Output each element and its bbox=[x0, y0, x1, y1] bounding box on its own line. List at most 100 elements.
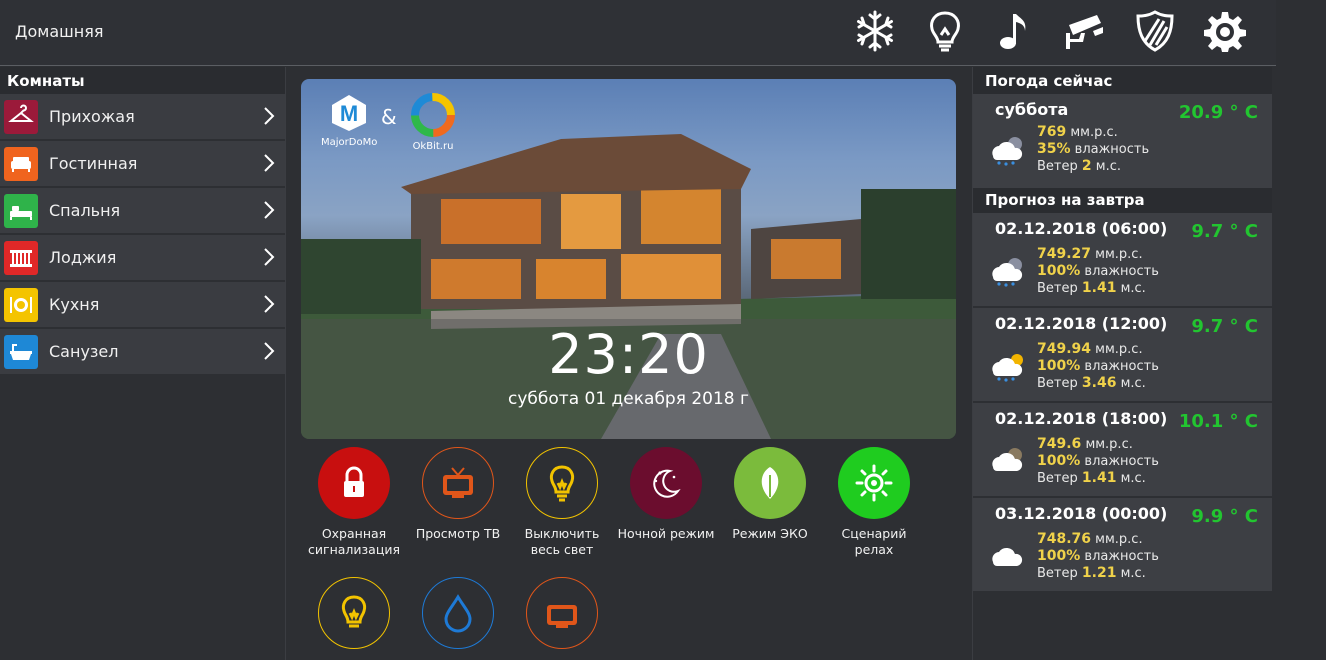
page-title: Домашняя bbox=[15, 22, 104, 41]
room-label: Гостинная bbox=[49, 154, 138, 173]
weather-now-card: суббота 20.9 ° C 769 мм.р.с. 35% влажнос… bbox=[973, 94, 1272, 188]
forecast-details: 749.6 мм.р.с. 100% влажность Ветер 1.41 … bbox=[1037, 436, 1159, 487]
wind-label: Ветер bbox=[1037, 376, 1078, 391]
top-bar: Домашняя bbox=[0, 0, 1276, 66]
rooms-heading: Комнаты bbox=[0, 67, 285, 94]
scene-eco-mode[interactable]: Режим ЭКО bbox=[720, 447, 820, 542]
ampersand: & bbox=[381, 105, 397, 129]
forecast-temp: 9.9 ° C bbox=[1191, 506, 1258, 527]
cloud-rain-night-icon bbox=[992, 258, 1023, 287]
wind-value: 3.46 bbox=[1081, 375, 1117, 391]
scene-water[interactable] bbox=[408, 577, 508, 656]
hanger-icon bbox=[4, 99, 38, 134]
right-strip bbox=[1276, 0, 1326, 660]
majordomo-logo: M MajorDoMo bbox=[321, 93, 377, 148]
forecast-card: 03.12.2018 (00:00) 9.9 ° C 748.76 мм.р.с… bbox=[973, 498, 1272, 591]
humidity-label: влажность bbox=[1084, 549, 1159, 564]
wind-label: Ветер bbox=[1037, 471, 1078, 486]
padlock-icon bbox=[318, 447, 390, 519]
cloud-night-icon bbox=[992, 448, 1023, 471]
weather-now-heading: Погода сейчас bbox=[973, 67, 1272, 94]
scene-lights-off[interactable]: Выключить весь свет bbox=[512, 447, 612, 558]
wind-unit: м.с. bbox=[1120, 281, 1146, 296]
plate-icon bbox=[4, 287, 38, 322]
scene-relax[interactable]: Сценарий релах bbox=[824, 447, 924, 558]
chevron-right-icon bbox=[264, 342, 275, 360]
wind-unit: м.с. bbox=[1120, 566, 1146, 581]
scene-label: Режим ЭКО bbox=[732, 526, 808, 541]
tv-icon bbox=[422, 447, 494, 519]
humidity-value: 100% bbox=[1037, 358, 1081, 374]
water-drop-icon bbox=[422, 577, 494, 649]
wind-value: 2 bbox=[1081, 158, 1092, 174]
forecast-temp: 9.7 ° C bbox=[1191, 316, 1258, 337]
bathtub-icon bbox=[4, 334, 38, 369]
music-note-icon[interactable] bbox=[992, 8, 1038, 54]
snowflake-icon[interactable] bbox=[852, 8, 898, 54]
clock-date: суббота 01 декабря 2018 г bbox=[508, 389, 749, 409]
scene-watch-tv[interactable]: Просмотр ТВ bbox=[408, 447, 508, 542]
main-area: M MajorDoMo & OkBit.ru 23:20 суббота 01 … bbox=[287, 67, 971, 660]
room-item-kitchen[interactable]: Кухня bbox=[0, 282, 285, 327]
chevron-right-icon bbox=[264, 107, 275, 125]
pressure-value: 749.27 bbox=[1037, 246, 1092, 262]
weather-temp: 20.9 ° C bbox=[1178, 102, 1258, 123]
weather-panel: Погода сейчас суббота 20.9 ° C 769 мм.р.… bbox=[972, 67, 1272, 660]
forecast-temp: 9.7 ° C bbox=[1191, 221, 1258, 242]
scene-label: Просмотр ТВ bbox=[415, 526, 501, 541]
pressure-unit: мм.р.с. bbox=[1095, 532, 1143, 547]
room-item-hallway[interactable]: Прихожая bbox=[0, 94, 285, 139]
wind-value: 1.41 bbox=[1081, 280, 1117, 296]
forecast-heading: Прогноз на завтра bbox=[973, 188, 1272, 213]
room-label: Лоджия bbox=[49, 248, 117, 267]
security-camera-icon[interactable] bbox=[1062, 8, 1108, 54]
cloud-icon bbox=[992, 547, 1023, 566]
room-item-living-room[interactable]: Гостинная bbox=[0, 141, 285, 186]
top-toolbar bbox=[852, 8, 1248, 54]
wind-unit: м.с. bbox=[1095, 159, 1122, 174]
pressure-unit: мм.р.с. bbox=[1070, 125, 1118, 140]
forecast-card: 02.12.2018 (06:00) 9.7 ° C 749.27 мм.р.с… bbox=[973, 213, 1272, 306]
lightbulb-icon[interactable] bbox=[922, 8, 968, 54]
humidity-label: влажность bbox=[1084, 359, 1159, 374]
tv-icon bbox=[526, 577, 598, 649]
radiator-icon bbox=[4, 240, 38, 275]
sun-icon bbox=[838, 447, 910, 519]
forecast-date: 03.12.2018 (00:00) bbox=[995, 504, 1168, 523]
room-item-bathroom[interactable]: Санузел bbox=[0, 329, 285, 374]
forecast-details: 749.27 мм.р.с. 100% влажность Ветер 1.41… bbox=[1037, 246, 1159, 297]
lightbulb-icon bbox=[526, 447, 598, 519]
gear-icon[interactable] bbox=[1202, 8, 1248, 54]
scene-light[interactable] bbox=[304, 577, 404, 656]
shield-icon[interactable] bbox=[1132, 8, 1178, 54]
pressure-value: 769 bbox=[1037, 124, 1067, 140]
scene-tv[interactable] bbox=[512, 577, 612, 656]
room-label: Спальня bbox=[49, 201, 121, 220]
rooms-panel: Комнаты Прихожая Гостинная Спальня Лоджи… bbox=[0, 67, 286, 660]
room-label: Санузел bbox=[49, 342, 119, 361]
pressure-unit: мм.р.с. bbox=[1095, 247, 1143, 262]
scene-label: Сценарий релах bbox=[841, 526, 907, 557]
scene-security-alarm[interactable]: Охранная сигнализация bbox=[304, 447, 404, 558]
forecast-date: 02.12.2018 (12:00) bbox=[995, 314, 1168, 333]
pressure-unit: мм.р.с. bbox=[1095, 342, 1143, 357]
hero-banner: M MajorDoMo & OkBit.ru 23:20 суббота 01 … bbox=[301, 79, 956, 439]
scene-night-mode[interactable]: Ночной режим bbox=[616, 447, 716, 542]
sofa-icon bbox=[4, 146, 38, 181]
pressure-unit: мм.р.с. bbox=[1085, 437, 1133, 452]
weather-details: 769 мм.р.с. 35% влажность Ветер 2 м.с. bbox=[1037, 124, 1149, 175]
clock-time: 23:20 bbox=[548, 323, 709, 386]
pressure-value: 748.76 bbox=[1037, 531, 1092, 547]
forecast-card: 02.12.2018 (12:00) 9.7 ° C 749.94 мм.р.с… bbox=[973, 308, 1272, 401]
bed-icon bbox=[4, 193, 38, 228]
okbit-logo: OkBit.ru bbox=[411, 93, 455, 152]
weather-day: суббота bbox=[995, 100, 1069, 119]
humidity-value: 100% bbox=[1037, 453, 1081, 469]
wind-value: 1.41 bbox=[1081, 470, 1117, 486]
room-item-bedroom[interactable]: Спальня bbox=[0, 188, 285, 233]
room-item-loggia[interactable]: Лоджия bbox=[0, 235, 285, 280]
forecast-temp: 10.1 ° C bbox=[1178, 411, 1258, 432]
forecast-date: 02.12.2018 (06:00) bbox=[995, 219, 1168, 238]
wind-label: Ветер bbox=[1037, 159, 1078, 174]
forecast-card: 02.12.2018 (18:00) 10.1 ° C 749.6 мм.р.с… bbox=[973, 403, 1272, 496]
